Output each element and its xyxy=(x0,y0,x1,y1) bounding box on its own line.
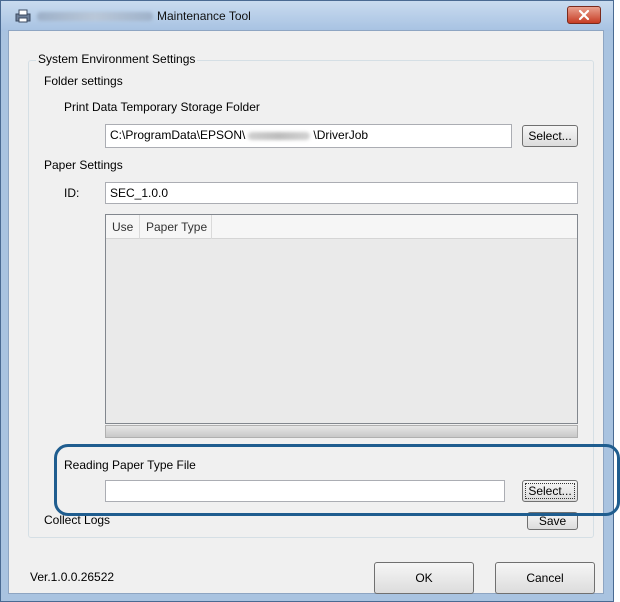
close-button[interactable] xyxy=(567,6,601,24)
path-suffix: \DriverJob xyxy=(313,128,369,142)
paper-type-list[interactable]: Use Paper Type xyxy=(105,214,578,424)
id-label: ID: xyxy=(64,186,80,200)
paper-settings-heading: Paper Settings xyxy=(44,158,123,172)
blurred-product-name xyxy=(37,12,153,21)
folder-settings-heading: Folder settings xyxy=(44,74,123,88)
horizontal-scrollbar[interactable] xyxy=(105,425,578,438)
printer-app-icon xyxy=(15,9,31,23)
group-title: System Environment Settings xyxy=(36,52,198,66)
id-field[interactable]: SEC_1.0.0 xyxy=(105,182,578,204)
select-folder-button[interactable]: Select... xyxy=(522,125,578,147)
cancel-button[interactable]: Cancel xyxy=(495,562,595,594)
column-header-paper-type[interactable]: Paper Type xyxy=(140,215,212,239)
ok-button[interactable]: OK xyxy=(374,562,474,594)
title-bar[interactable]: Maintenance Tool xyxy=(1,1,613,31)
close-icon xyxy=(578,9,590,21)
callout-highlight-frame xyxy=(54,444,620,516)
paper-type-list-header: Use Paper Type xyxy=(106,215,577,239)
storage-folder-path-field[interactable]: C:\ProgramData\EPSON\ \DriverJob xyxy=(105,124,512,148)
version-label: Ver.1.0.0.26522 xyxy=(30,570,115,584)
storage-folder-label: Print Data Temporary Storage Folder xyxy=(64,100,260,114)
path-prefix: C:\ProgramData\EPSON\ xyxy=(110,128,246,142)
column-header-use[interactable]: Use xyxy=(106,215,140,239)
window-title: Maintenance Tool xyxy=(157,9,251,23)
blurred-path-segment xyxy=(248,131,311,140)
